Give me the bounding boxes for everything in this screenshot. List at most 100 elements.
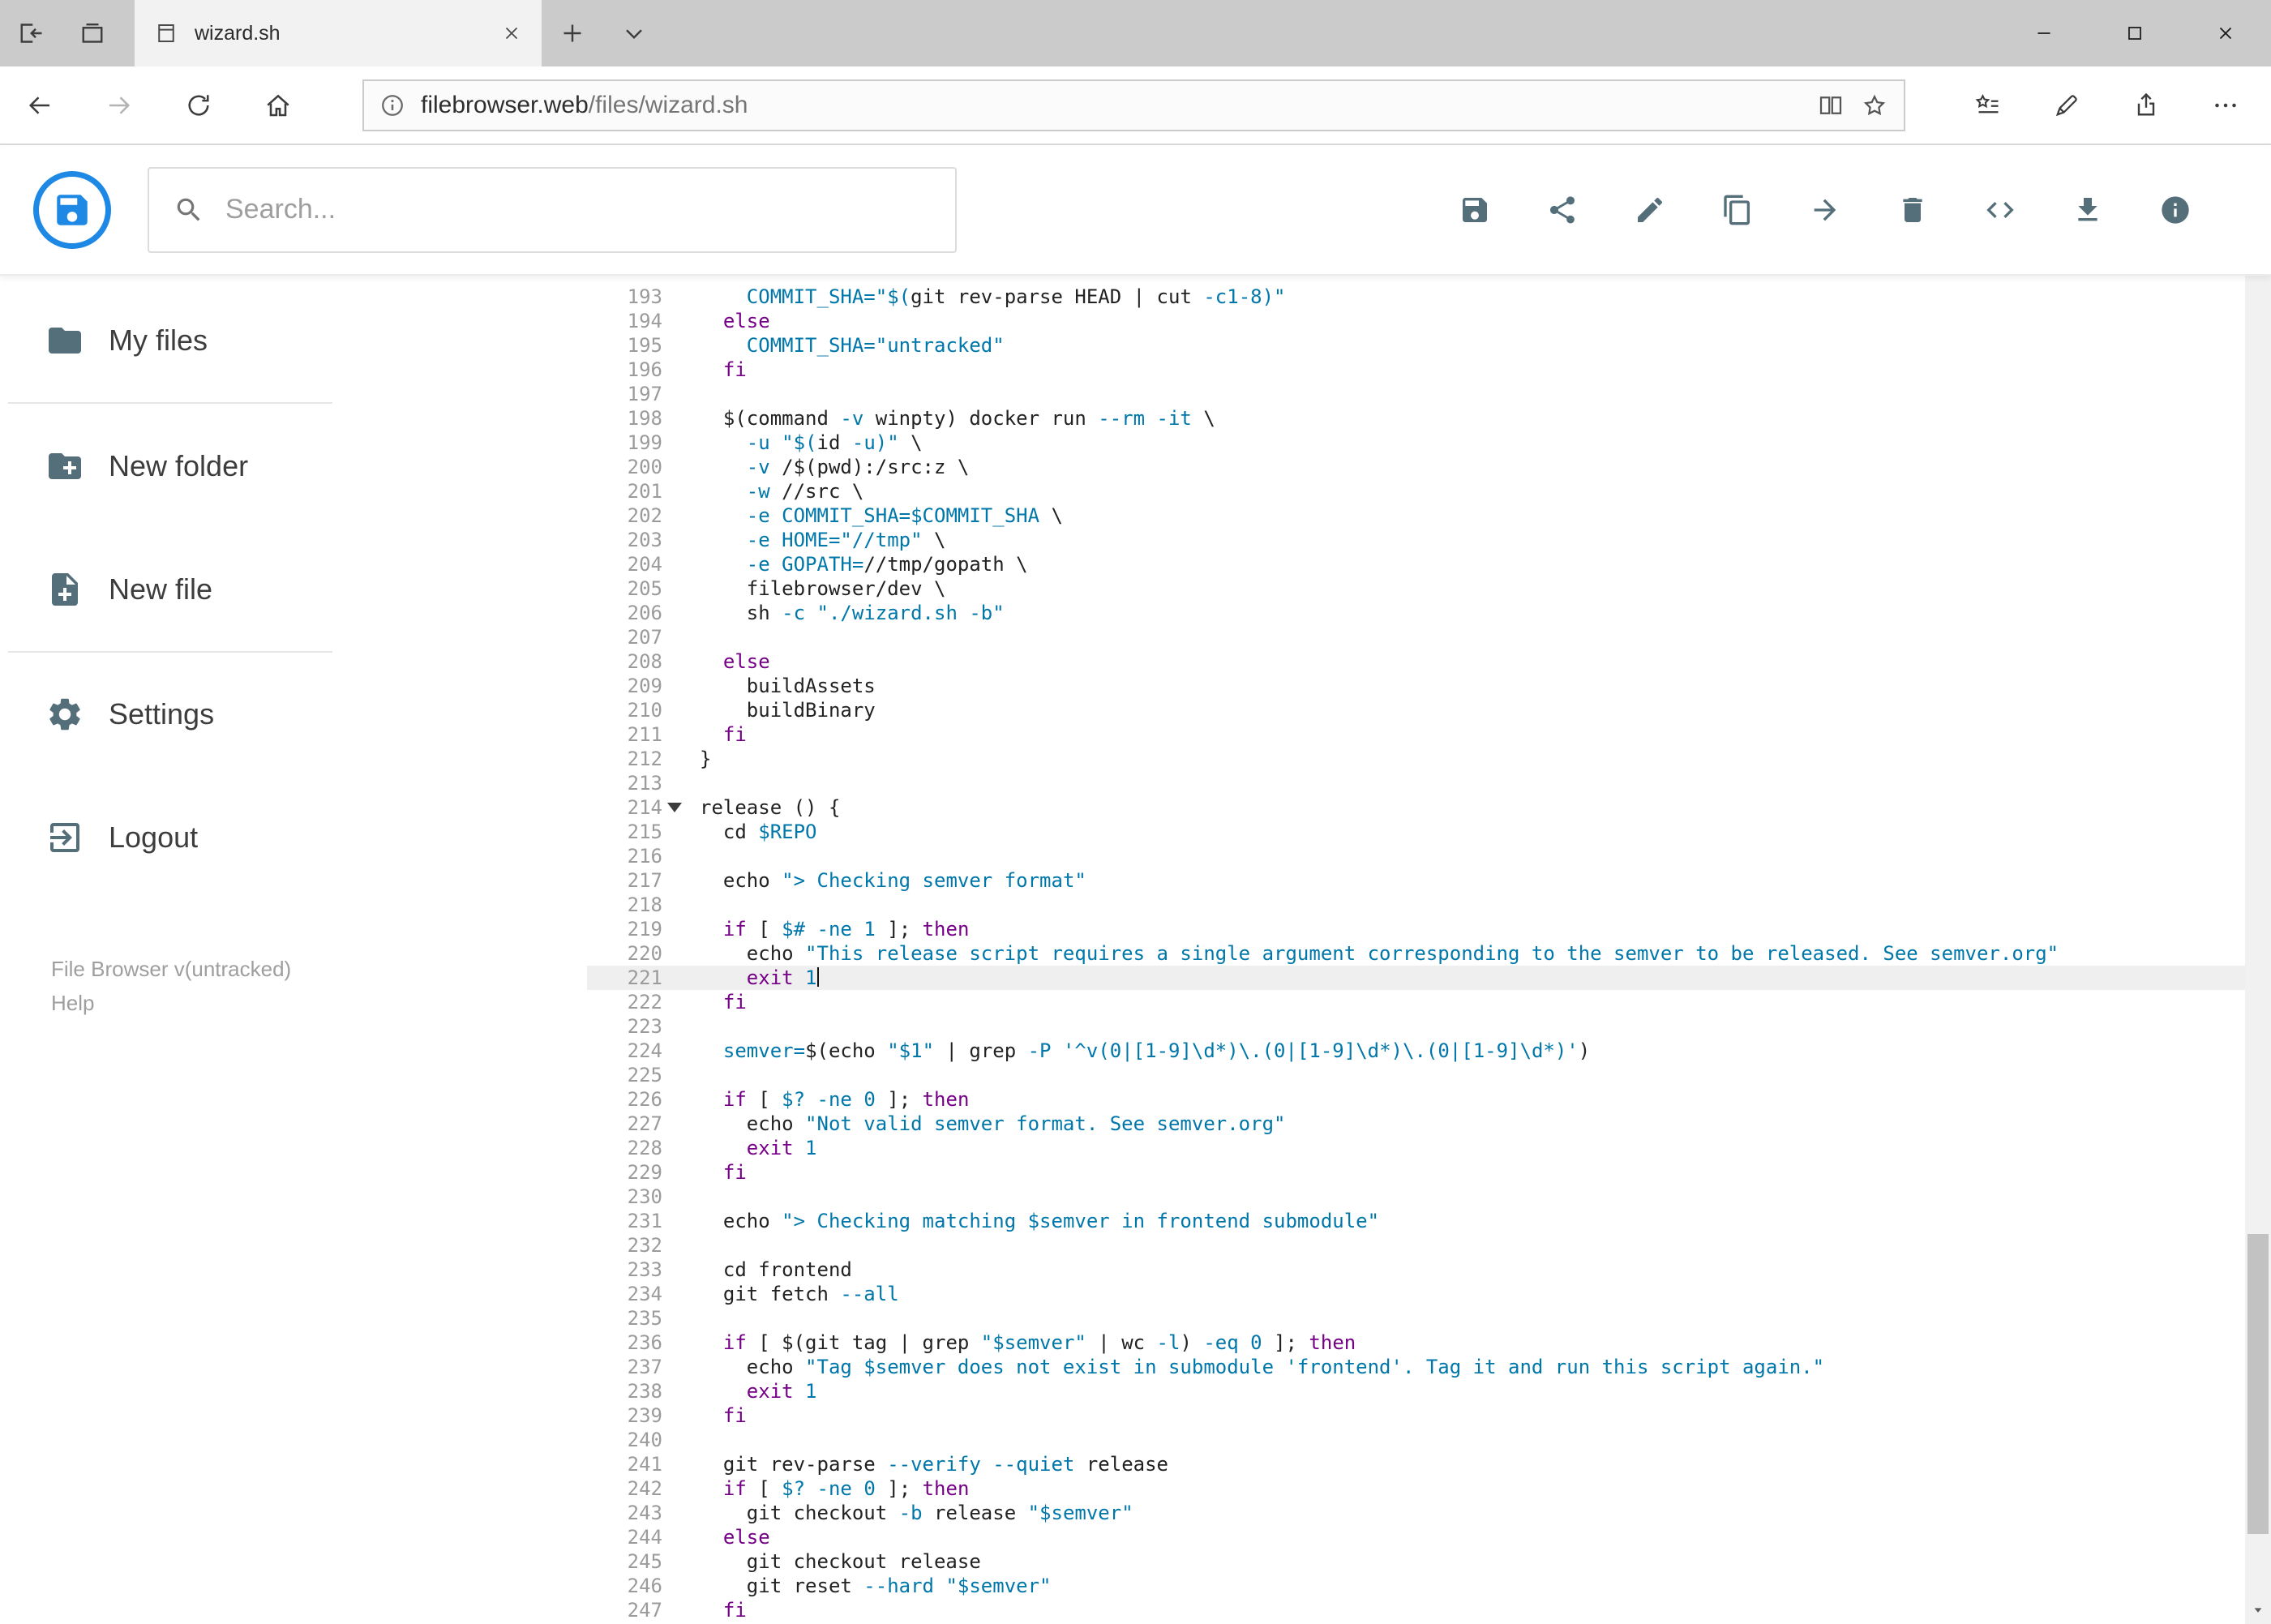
new-tab-button[interactable]	[542, 0, 603, 66]
info-icon[interactable]	[379, 92, 406, 119]
close-button[interactable]	[2180, 0, 2271, 66]
more-options-button[interactable]	[2186, 66, 2265, 144]
code-button[interactable]	[1971, 181, 2029, 239]
code-line[interactable]: 208 else	[587, 649, 2245, 674]
code-line[interactable]: 210 buildBinary	[587, 698, 2245, 722]
minimize-button[interactable]	[1999, 0, 2089, 66]
code-line[interactable]: 199 -u "$(id -u)" \	[587, 431, 2245, 455]
code-line[interactable]: 196 fi	[587, 358, 2245, 382]
set-tabs-aside-button[interactable]	[0, 0, 62, 66]
code-line[interactable]: 230	[587, 1185, 2245, 1209]
fold-marker-icon[interactable]	[667, 803, 682, 812]
code-line[interactable]: 228 exit 1	[587, 1136, 2245, 1160]
show-set-aside-tabs-button[interactable]	[62, 0, 123, 66]
back-button[interactable]	[0, 66, 79, 144]
code-line[interactable]: 243 git checkout -b release "$semver"	[587, 1501, 2245, 1525]
home-button[interactable]	[238, 66, 318, 144]
code-line[interactable]: 203 -e HOME="//tmp" \	[587, 528, 2245, 552]
code-line[interactable]: 237 echo "Tag $semver does not exist in …	[587, 1355, 2245, 1379]
code-line[interactable]: 216	[587, 844, 2245, 868]
code-line[interactable]: 227 echo "Not valid semver format. See s…	[587, 1112, 2245, 1136]
code-line[interactable]: 201 -w //src \	[587, 479, 2245, 503]
code-line[interactable]: 235	[587, 1306, 2245, 1330]
favorite-star-icon[interactable]	[1860, 91, 1889, 120]
address-bar[interactable]: filebrowser.web/files/wizard.sh	[362, 79, 1905, 131]
code-line[interactable]: 218	[587, 893, 2245, 917]
code-line[interactable]: 239 fi	[587, 1403, 2245, 1428]
save-button[interactable]	[1446, 181, 1504, 239]
code-line[interactable]: 214 release () {	[587, 795, 2245, 820]
code-line[interactable]: 194 else	[587, 309, 2245, 333]
move-button[interactable]	[1796, 181, 1854, 239]
code-line[interactable]: 233 cd frontend	[587, 1258, 2245, 1282]
code-line[interactable]: 213	[587, 771, 2245, 795]
code-line[interactable]: 205 filebrowser/dev \	[587, 576, 2245, 601]
code-line[interactable]: 225	[587, 1063, 2245, 1087]
code-line[interactable]: 195 COMMIT_SHA="untracked"	[587, 333, 2245, 358]
code-line[interactable]: 202 -e COMMIT_SHA=$COMMIT_SHA \	[587, 503, 2245, 528]
code-line[interactable]: 211 fi	[587, 722, 2245, 747]
scrollbar-thumb[interactable]	[2247, 1234, 2269, 1534]
tab-preview-toggle-button[interactable]	[603, 0, 665, 66]
search-input[interactable]	[225, 194, 931, 225]
download-button[interactable]	[2059, 181, 2117, 239]
code-line[interactable]: 217 echo "> Checking semver format"	[587, 868, 2245, 893]
info-circle-button[interactable]	[2146, 181, 2205, 239]
code-line[interactable]: 226 if [ $? -ne 0 ]; then	[587, 1087, 2245, 1112]
sidebar-item-logout[interactable]: Logout	[0, 800, 370, 875]
code-editor-pane[interactable]: 193 COMMIT_SHA="$(git rev-parse HEAD | c…	[587, 276, 2245, 1624]
code-line[interactable]: 224 semver=$(echo "$1" | grep -P '^v(0|[…	[587, 1039, 2245, 1063]
help-link[interactable]: Help	[51, 991, 94, 1016]
code-line[interactable]: 212}	[587, 747, 2245, 771]
code-line[interactable]: 222 fi	[587, 990, 2245, 1014]
code-line[interactable]: 206 sh -c "./wizard.sh -b"	[587, 601, 2245, 625]
sidebar-item-new-folder[interactable]: New folder	[0, 429, 370, 503]
code-line[interactable]: 197	[587, 382, 2245, 406]
share-button[interactable]	[1533, 181, 1592, 239]
code-line[interactable]: 232	[587, 1233, 2245, 1258]
code-line[interactable]: 220 echo "This release script requires a…	[587, 941, 2245, 966]
url-text[interactable]: filebrowser.web/files/wizard.sh	[421, 92, 1802, 119]
code-line[interactable]: 240	[587, 1428, 2245, 1452]
forward-button[interactable]	[79, 66, 159, 144]
code-line[interactable]: 200 -v /$(pwd):/src:z \	[587, 455, 2245, 479]
maximize-button[interactable]	[2089, 0, 2180, 66]
code-line[interactable]: 241 git rev-parse --verify --quiet relea…	[587, 1452, 2245, 1476]
web-note-button[interactable]	[2027, 66, 2106, 144]
hub-button[interactable]	[1947, 66, 2027, 144]
sidebar-item-new-file[interactable]: New file	[0, 552, 370, 627]
share-page-button[interactable]	[2106, 66, 2186, 144]
sidebar-item-settings[interactable]: Settings	[0, 677, 370, 752]
scroll-down-button[interactable]	[2245, 1596, 2271, 1624]
code-line[interactable]: 229 fi	[587, 1160, 2245, 1185]
search-box[interactable]	[148, 166, 957, 253]
code-line[interactable]: 242 if [ $? -ne 0 ]; then	[587, 1476, 2245, 1501]
code-line[interactable]: 231 echo "> Checking matching $semver in…	[587, 1209, 2245, 1233]
code-line[interactable]: 234 git fetch --all	[587, 1282, 2245, 1306]
code-line[interactable]: 236 if [ $(git tag | grep "$semver" | wc…	[587, 1330, 2245, 1355]
reading-view-icon[interactable]	[1816, 91, 1845, 120]
code-line[interactable]: 247 fi	[587, 1598, 2245, 1622]
code-line[interactable]: 198 $(command -v winpty) docker run --rm…	[587, 406, 2245, 431]
tab-wizard-sh[interactable]: wizard.sh	[135, 0, 542, 66]
refresh-button[interactable]	[159, 66, 238, 144]
code-line[interactable]: 238 exit 1	[587, 1379, 2245, 1403]
delete-button[interactable]	[1883, 181, 1942, 239]
edit-button[interactable]	[1621, 181, 1679, 239]
code-line[interactable]: 209 buildAssets	[587, 674, 2245, 698]
code-line[interactable]: 207	[587, 625, 2245, 649]
code-line[interactable]: 246 git reset --hard "$semver"	[587, 1574, 2245, 1598]
code-line[interactable]: 223	[587, 1014, 2245, 1039]
code-line[interactable]: 244 else	[587, 1525, 2245, 1549]
copy-button[interactable]	[1708, 181, 1767, 239]
code-line[interactable]: 245 git checkout release	[587, 1549, 2245, 1574]
page-scrollbar[interactable]	[2245, 145, 2271, 1624]
code-line[interactable]: 193 COMMIT_SHA="$(git rev-parse HEAD | c…	[587, 285, 2245, 309]
code-line[interactable]: 219 if [ $# -ne 1 ]; then	[587, 917, 2245, 941]
code-line[interactable]: 221 exit 1	[587, 966, 2245, 990]
sidebar-item-my-files[interactable]: My files	[0, 303, 370, 378]
code-line[interactable]: 204 -e GOPATH=//tmp/gopath \	[587, 552, 2245, 576]
code-line[interactable]: 215 cd $REPO	[587, 820, 2245, 844]
tab-close-icon[interactable]	[501, 23, 522, 44]
app-logo[interactable]	[33, 170, 111, 249]
